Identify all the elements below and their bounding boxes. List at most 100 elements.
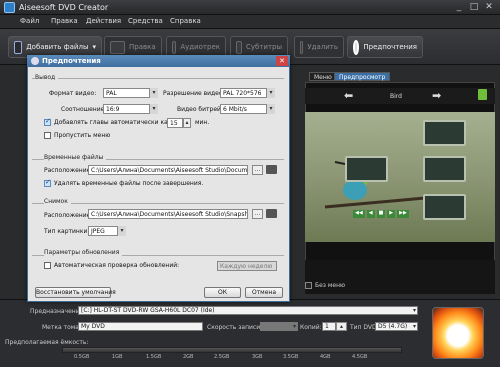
delete-label: Удалить xyxy=(307,43,338,51)
resolution-label: Разрешение видео: xyxy=(163,90,225,97)
copies-input[interactable]: 1 xyxy=(322,322,336,331)
tab-preview[interactable]: Предпросмотр xyxy=(334,72,391,81)
snapshot-location-input[interactable]: C:\Users\Алина\Documents\Aiseesoft Studi… xyxy=(88,209,248,219)
speed-label: Скорость записи: xyxy=(207,324,263,331)
edit-label: Правка xyxy=(129,43,156,51)
temp-location-label: Расположение: xyxy=(44,167,93,174)
add-chapters-checkbox[interactable] xyxy=(44,117,51,126)
aspect-label: Соотношение: xyxy=(61,106,107,113)
snapshot-section-title: Снимок xyxy=(44,198,71,205)
tab-menu[interactable]: Меню xyxy=(309,72,337,81)
temp-location-input[interactable]: C:\Users\Алина\Documents\Aiseesoft Studi… xyxy=(88,165,248,175)
delete-icon xyxy=(300,40,304,54)
menu-thumb-4[interactable] xyxy=(345,156,388,182)
chapter-minutes-input[interactable]: 15 xyxy=(167,118,183,128)
auto-update-label: Автоматическая проверка обновлений: xyxy=(54,262,180,269)
capacity-tick: 0.5GB xyxy=(74,354,90,360)
temp-browse-button[interactable]: ... xyxy=(252,165,263,175)
delete-temp-checkbox[interactable] xyxy=(44,178,51,187)
arrow-right-icon[interactable]: ➡ xyxy=(432,89,441,102)
preferences-button[interactable]: Предпочтения xyxy=(347,36,423,58)
window-title: Aiseesoft DVD Creator xyxy=(19,3,109,12)
skip-menu-checkbox[interactable] xyxy=(44,132,51,139)
volume-label-label: Метка тома: xyxy=(42,324,81,331)
play-button[interactable]: ▶ xyxy=(387,210,396,218)
add-video-icon xyxy=(14,40,23,54)
chevron-down-icon[interactable]: ▾ xyxy=(266,104,275,114)
dialog-close-button[interactable]: ✕ xyxy=(276,56,288,66)
minimize-button[interactable]: _ xyxy=(452,2,466,13)
app-logo-icon xyxy=(4,2,15,13)
arrow-left-icon[interactable]: ⬅ xyxy=(344,89,353,102)
capacity-label: Предполагаемая ёмкость: xyxy=(5,339,89,346)
chevron-down-icon: ▾ xyxy=(92,43,96,51)
preferences-label: Предпочтения xyxy=(363,43,417,51)
capacity-bar xyxy=(62,347,402,353)
chevron-down-icon[interactable]: ▾ xyxy=(266,88,275,98)
folder-icon[interactable] xyxy=(266,209,277,218)
dialog-title: Предпочтения xyxy=(42,57,101,65)
menu-thumb-3[interactable] xyxy=(423,194,466,220)
destination-select[interactable]: [C:] HL-DT-ST DVD-RW GSA-H60L DC07 (Ide) xyxy=(78,306,418,315)
video-format-label: Формат видео: xyxy=(49,90,97,97)
menu-actions[interactable]: Действия xyxy=(86,17,121,25)
capacity-tick: 4GB xyxy=(320,354,331,360)
burn-button[interactable] xyxy=(432,307,484,359)
temp-section-title: Временные файлы xyxy=(44,154,107,161)
skip-menu-label: Пропустить меню xyxy=(54,132,111,139)
stop-button[interactable]: ■ xyxy=(376,210,386,218)
audio-label: Аудиотрек xyxy=(180,43,220,51)
no-menu-label: Без меню xyxy=(315,282,346,289)
dialog-app-icon xyxy=(31,57,39,65)
update-interval-select[interactable]: Каждую неделю xyxy=(217,261,277,271)
volume-label-input[interactable]: My DVD xyxy=(78,322,203,331)
no-menu-checkbox[interactable] xyxy=(305,282,312,289)
cancel-button[interactable]: Отмена xyxy=(245,287,283,298)
minutes-unit: мин. xyxy=(195,119,210,126)
snapshot-location-label: Расположение: xyxy=(44,212,93,219)
restore-defaults-button[interactable]: Восстановить умолчания xyxy=(35,287,116,298)
updates-section-title: Параметры обновления xyxy=(44,249,123,256)
menu-thumb-1[interactable] xyxy=(423,120,466,146)
subtitle-icon xyxy=(236,40,242,54)
output-group xyxy=(32,78,284,79)
menu-tools[interactable]: Средства xyxy=(128,17,163,25)
prev-button[interactable]: ◀ xyxy=(366,210,375,218)
capacity-tick: 1GB xyxy=(112,354,123,360)
delete-button[interactable]: Удалить xyxy=(294,36,344,58)
disc-type-select[interactable]: D5 (4.7G) xyxy=(375,322,418,331)
snapshot-type-label: Тип картинки: xyxy=(44,228,90,235)
edit-menu-icon[interactable] xyxy=(478,89,487,100)
chevron-down-icon[interactable]: ▾ xyxy=(149,88,158,98)
playback-controls: ◀◀ ◀ ■ ▶ ▶▶ xyxy=(353,210,409,218)
forward-button[interactable]: ▶▶ xyxy=(397,210,409,218)
delete-temp-label: Удалять временные файлы после завершения… xyxy=(54,180,204,187)
close-window-button[interactable]: ✕ xyxy=(482,2,496,13)
audio-icon xyxy=(172,40,177,54)
menu-edit[interactable]: Правка xyxy=(51,17,78,25)
subtitles-label: Субтитры xyxy=(245,43,282,51)
capacity-tick: 2GB xyxy=(183,354,194,360)
preview-image: ◀◀ ◀ ■ ▶ ▶▶ xyxy=(305,112,495,242)
gear-icon xyxy=(353,39,360,55)
auto-update-checkbox[interactable] xyxy=(44,262,51,269)
menu-help[interactable]: Справка xyxy=(170,17,201,25)
add-chapters-label: Добавлять главы автоматически каждые xyxy=(54,119,186,126)
speed-select[interactable] xyxy=(260,322,298,331)
wand-icon xyxy=(110,40,125,54)
chevron-down-icon[interactable]: ▾ xyxy=(149,104,158,114)
menu-file[interactable]: Файл xyxy=(20,17,39,25)
ok-button[interactable]: ОК xyxy=(204,287,241,298)
chevron-down-icon[interactable]: ▾ xyxy=(117,226,126,236)
rewind-button[interactable]: ◀◀ xyxy=(353,210,365,218)
capacity-tick: 3GB xyxy=(252,354,263,360)
capacity-tick: 4.5GB xyxy=(352,354,368,360)
snapshot-browse-button[interactable]: ... xyxy=(252,209,263,219)
maximize-button[interactable]: □ xyxy=(467,2,481,13)
folder-icon[interactable] xyxy=(266,165,277,174)
capacity-tick: 1.5GB xyxy=(146,354,162,360)
copies-stepper[interactable]: ▴ xyxy=(336,322,347,331)
preview-title: Bird xyxy=(390,93,402,100)
chapter-minutes-stepper[interactable]: ▴ xyxy=(183,118,191,128)
menu-thumb-2[interactable] xyxy=(423,156,466,182)
